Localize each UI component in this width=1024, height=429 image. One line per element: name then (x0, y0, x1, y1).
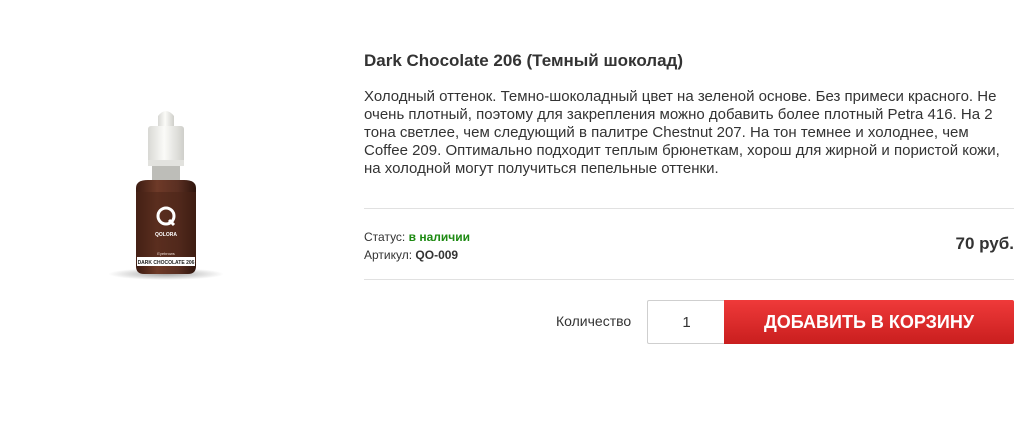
product-description: Холодный оттенок. Темно-шоколадный цвет … (364, 88, 1000, 177)
product-meta: Статус: в наличии Артикул: QO-009 (364, 228, 470, 264)
sku-label: Артикул: (364, 248, 416, 262)
product-title: Dark Chocolate 206 (Темный шоколад) (364, 51, 683, 70)
quantity-label: Количество (556, 313, 632, 329)
status-label: Статус: (364, 230, 409, 244)
sku-row: Артикул: QO-009 (364, 246, 470, 264)
divider (364, 208, 1014, 209)
sku-value: QO-009 (415, 248, 459, 262)
quantity-input[interactable] (647, 300, 725, 344)
product-price: 70 руб. (955, 234, 1014, 253)
divider (364, 279, 1014, 280)
bottle-brand-text: QOLORA (155, 232, 177, 238)
add-to-cart-button[interactable]: ДОБАВИТЬ В КОРЗИНУ (724, 300, 1014, 344)
product-info: Dark Chocolate 206 (Темный шоколад) Холо… (364, 50, 1014, 178)
bottle-line-text: Eyebrows (157, 251, 175, 256)
bottle-name-text: DARK CHOCOLATE 206 (138, 260, 195, 266)
status-row: Статус: в наличии (364, 228, 470, 246)
product-image: QOLORA Eyebrows DARK CHOCOLATE 206 (96, 104, 236, 294)
status-value: в наличии (408, 230, 470, 244)
